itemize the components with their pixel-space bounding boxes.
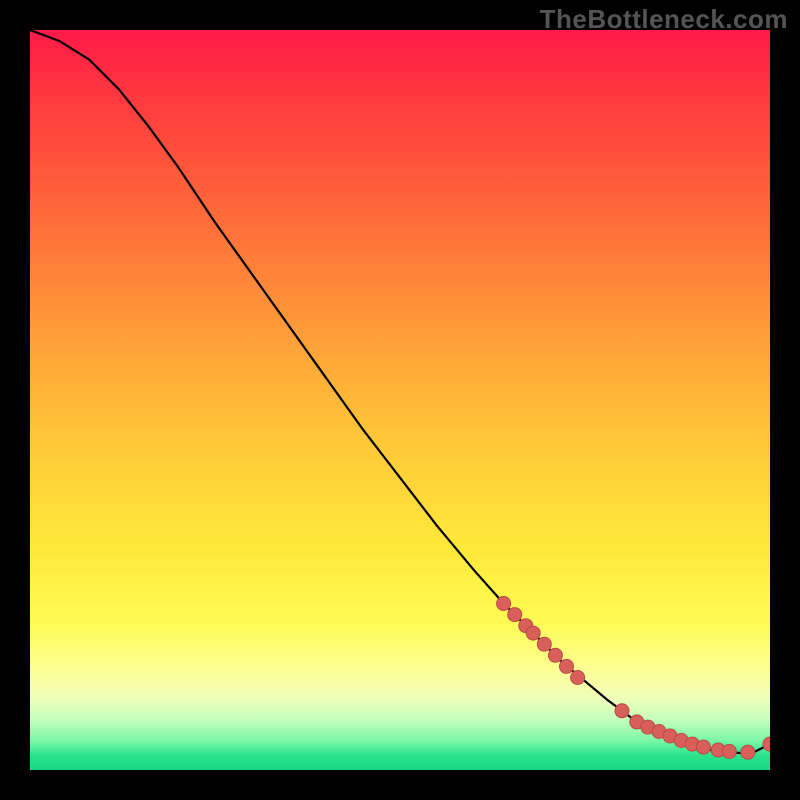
chart-frame: TheBottleneck.com [0, 0, 800, 800]
data-point [508, 608, 522, 622]
data-point [497, 597, 511, 611]
chart-svg [30, 30, 770, 770]
data-point [548, 648, 562, 662]
data-point [722, 745, 736, 759]
data-point [571, 671, 585, 685]
data-point [763, 737, 770, 751]
data-point [696, 740, 710, 754]
data-point [560, 659, 574, 673]
data-point [741, 745, 755, 759]
plot-area [30, 30, 770, 770]
data-point [537, 637, 551, 651]
data-point [615, 704, 629, 718]
highlighted-points [497, 597, 770, 760]
bottleneck-curve [30, 30, 770, 753]
data-point [526, 626, 540, 640]
